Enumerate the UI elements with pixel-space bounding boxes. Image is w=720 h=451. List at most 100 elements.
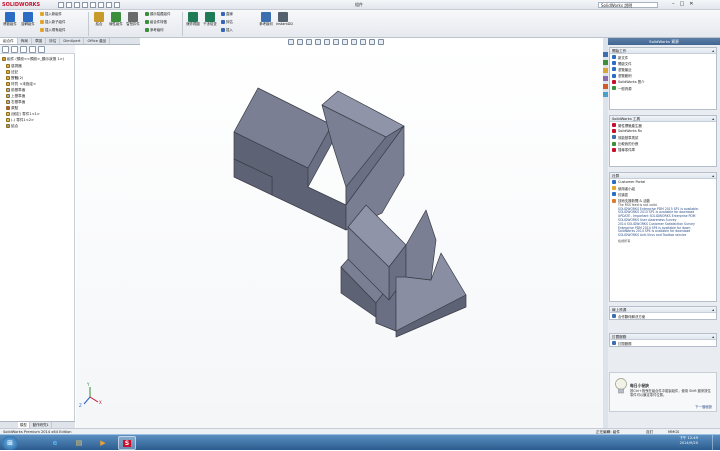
- link-partner-solutions[interactable]: 合作夥伴解決方案: [610, 313, 716, 319]
- tree-label: 感測器: [11, 63, 22, 68]
- design-library-icon[interactable]: [603, 60, 608, 65]
- section-header[interactable]: 線上資源 ▴: [610, 307, 716, 313]
- zoom-area-icon[interactable]: [297, 39, 303, 45]
- display-style-icon[interactable]: [333, 39, 339, 45]
- minimize-button[interactable]: –: [672, 1, 675, 7]
- part-2[interactable]: [340, 204, 467, 338]
- start-button[interactable]: ⊞: [2, 436, 18, 450]
- help-search-input[interactable]: SolidWorks 說明: [598, 2, 658, 8]
- section-title: SolidWorks 工具: [612, 117, 641, 121]
- plane-icon: [6, 100, 10, 104]
- ribbon-item-insert[interactable]: 插入: [221, 28, 233, 32]
- collapse-icon[interactable]: ▴: [712, 334, 714, 340]
- folder-icon[interactable]: ▤: [70, 436, 88, 450]
- part-1[interactable]: [233, 87, 405, 231]
- file-explorer-icon[interactable]: [603, 68, 608, 73]
- tab-evaluate[interactable]: 評估: [46, 38, 61, 44]
- print-icon[interactable]: [82, 2, 88, 8]
- section-view-icon[interactable]: [315, 39, 321, 45]
- show-desktop-button[interactable]: [712, 435, 720, 451]
- ribbon-button-interference[interactable]: 干涉檢查: [202, 12, 218, 27]
- ribbon-button-smart-fastener[interactable]: 智慧扣件: [125, 12, 141, 27]
- tab-sketch[interactable]: 草圖: [32, 38, 47, 44]
- tree-label: 材質 <未指定>: [11, 81, 37, 86]
- tab-dimxpert[interactable]: DimXpert: [60, 38, 85, 44]
- section-header[interactable]: SolidWorks 工具 ▴: [610, 116, 716, 122]
- assembly-features-icon: [145, 20, 149, 24]
- collapse-icon[interactable]: ▴: [712, 173, 714, 179]
- select-icon[interactable]: [98, 2, 104, 8]
- tab-layout[interactable]: 佈局: [18, 38, 32, 44]
- new-document-icon: [612, 55, 616, 60]
- options-icon[interactable]: [114, 2, 120, 8]
- y-axis-label: Y: [86, 382, 90, 387]
- custom-properties-icon[interactable]: [603, 92, 608, 97]
- ribbon-item-new-assembly[interactable]: 插入新子組件: [40, 20, 65, 24]
- configuration-icon[interactable]: [20, 46, 27, 53]
- tab-assembly[interactable]: 組合件: [0, 38, 18, 44]
- previous-view-icon[interactable]: [306, 39, 312, 45]
- solidworks-resources-icon[interactable]: [603, 52, 608, 57]
- ribbon-button-linear-pattern[interactable]: 線性組件: [108, 12, 124, 27]
- tree-item[interactable]: 結合: [6, 123, 18, 129]
- section-header[interactable]: 社群 ▴: [610, 173, 716, 179]
- rebuild-icon[interactable]: [106, 2, 112, 8]
- system-tray-clock[interactable]: 下午 12:49 2014/9/20: [679, 436, 698, 445]
- ribbon-button-move[interactable]: 移動組件: [2, 12, 18, 27]
- ribbon-item-evaluate[interactable]: 評估: [221, 20, 233, 24]
- tree-root[interactable]: 組件 (預設<<預設>_顯示狀態 1>): [2, 56, 64, 62]
- monitor-icon[interactable]: [378, 39, 384, 45]
- ribbon-button-exploded-view[interactable]: 爆炸視圖: [185, 12, 201, 27]
- maximize-button[interactable]: □: [680, 1, 685, 7]
- ribbon-button-mate[interactable]: 結合: [91, 12, 107, 27]
- apply-scene-icon[interactable]: [360, 39, 366, 45]
- open-file-icon[interactable]: [66, 2, 72, 8]
- rss-view-all-link[interactable]: 檢視所有: [610, 239, 716, 244]
- close-button[interactable]: ✕: [689, 1, 693, 7]
- view-orientation-icon[interactable]: [324, 39, 330, 45]
- ribbon-item-reference-geometry[interactable]: 參考幾何: [145, 28, 164, 32]
- mates-icon: [6, 124, 10, 128]
- tip-text: 按Ctrl+拖曳在組合件中複製組件，使用 Shift 鍵來按住零件可以鎖定零件位…: [630, 389, 711, 398]
- new-assembly-icon: [40, 20, 44, 24]
- undo-icon[interactable]: [90, 2, 96, 8]
- ie-icon[interactable]: e: [46, 436, 64, 450]
- ribbon-button-instant3d[interactable]: InstantDD: [276, 12, 293, 27]
- collapse-icon[interactable]: ▴: [712, 307, 714, 313]
- next-tip-link[interactable]: 下一個秘訣: [695, 404, 712, 409]
- ribbon-button-rotate[interactable]: 旋轉組件: [20, 12, 36, 27]
- interference-icon: [205, 12, 215, 22]
- display-manager-icon[interactable]: [38, 46, 45, 53]
- ribbon-button-ref-geometry[interactable]: 參考幾何: [258, 12, 274, 27]
- link-search-library[interactable]: 搜尋零件庫: [610, 147, 716, 153]
- material-icon: [6, 82, 10, 86]
- zoom-to-fit-icon[interactable]: [288, 39, 294, 45]
- appearances-icon[interactable]: [603, 84, 608, 89]
- ribbon-item-show-hidden[interactable]: 顯示隱藏組件: [145, 12, 170, 16]
- link-general-resources[interactable]: 一般資源: [610, 85, 716, 91]
- media-player-icon[interactable]: ▶: [94, 436, 112, 450]
- rss-item[interactable]: SOLIDWORKS Anti-Virus and Toolbox servic…: [610, 233, 716, 238]
- feature-tree-icon[interactable]: [2, 46, 9, 53]
- collapse-icon[interactable]: ▴: [712, 48, 714, 54]
- ribbon-item-assembly-features[interactable]: 組合件特徵: [145, 20, 167, 24]
- new-file-icon[interactable]: [58, 2, 64, 8]
- view-settings-icon[interactable]: [369, 39, 375, 45]
- view-palette-icon[interactable]: [603, 76, 608, 81]
- ribbon-item-existing-part[interactable]: 插入現有組件: [40, 28, 65, 32]
- tab-office[interactable]: Office 產品: [84, 38, 111, 44]
- dimxpert-icon[interactable]: [29, 46, 36, 53]
- ribbon-item-line[interactable]: 直線: [221, 12, 233, 16]
- hide-show-items-icon[interactable]: [342, 39, 348, 45]
- section-header[interactable]: 訂閱服務 ▴: [610, 334, 716, 340]
- collapse-icon[interactable]: ▴: [712, 116, 714, 122]
- graphics-area[interactable]: X Y Z: [76, 45, 603, 430]
- edit-appearance-icon[interactable]: [351, 39, 357, 45]
- link-subscription-services[interactable]: 訂閱服務: [610, 340, 716, 346]
- property-manager-icon[interactable]: [11, 46, 18, 53]
- save-icon[interactable]: [74, 2, 80, 8]
- solidworks-logo[interactable]: SOLIDWORKS: [2, 2, 40, 8]
- ribbon-item-new-part[interactable]: 插入新組件: [40, 12, 62, 16]
- solidworks-icon[interactable]: S: [118, 436, 136, 450]
- section-header[interactable]: 開始工作 ▴: [610, 48, 716, 54]
